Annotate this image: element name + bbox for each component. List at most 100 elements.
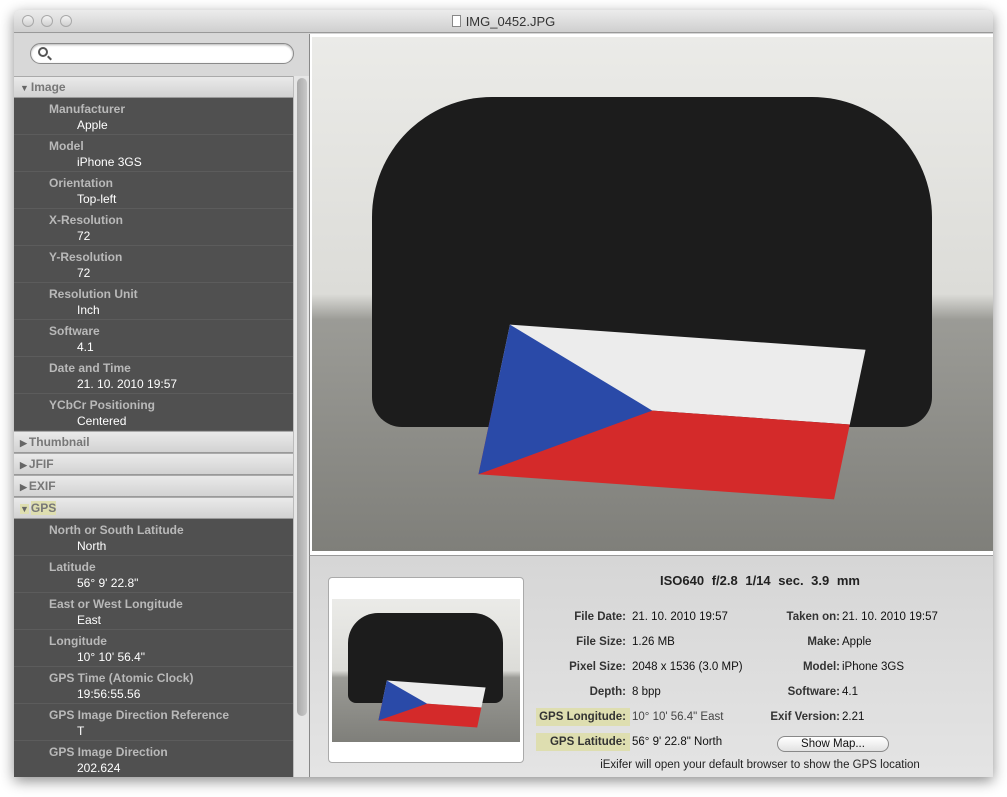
metadata-key: Model — [49, 139, 84, 153]
metadata-item[interactable]: GPS Time (Atomic Clock) 19:56:55.56 — [14, 667, 293, 704]
metadata-item[interactable]: YCbCr Positioning Centered — [14, 394, 293, 431]
field-label: Depth: — [589, 686, 626, 698]
metadata-key: Latitude — [49, 560, 96, 574]
metadata-item[interactable]: Longitude 10° 10' 56.4" — [14, 630, 293, 667]
metadata-item[interactable]: Latitude 56° 9' 22.8" — [14, 556, 293, 593]
exposure-headline: ISO640 f/2.8 1/14 sec. 3.9 mm — [660, 573, 860, 588]
metadata-item[interactable]: Software 4.1 — [14, 320, 293, 357]
section-label: EXIF — [28, 479, 56, 493]
metadata-value: iPhone 3GS — [77, 155, 142, 169]
field-label: GPS Latitude: — [536, 733, 630, 751]
disclosure-closed-icon[interactable]: ▶ — [20, 460, 27, 470]
photo-image — [312, 37, 993, 551]
metadata-key: Software — [49, 324, 100, 338]
section-label: Thumbnail — [28, 435, 90, 449]
field-value: 4.1 — [842, 686, 858, 698]
section-label: GPS — [30, 501, 57, 515]
metadata-key: GPS Image Direction Reference — [49, 708, 230, 722]
metadata-value: 19:56:55.56 — [77, 687, 141, 701]
section-header-gps[interactable]: ▼ GPS — [14, 497, 293, 519]
field-value: 21. 10. 2010 19:57 — [632, 611, 728, 623]
disclosure-closed-icon[interactable]: ▶ — [20, 438, 27, 448]
metadata-key: GPS Time (Atomic Clock) — [49, 671, 194, 685]
metadata-key: Date and Time — [49, 361, 131, 375]
metadata-value: 202.624 — [77, 761, 121, 775]
metadata-value: T — [77, 724, 85, 738]
metadata-list: ▼ Image Manufacturer Apple Model iPhone 3GS Or… — [14, 76, 293, 777]
metadata-key: GPS Image Direction — [49, 745, 168, 759]
metadata-item[interactable]: Orientation Top-left — [14, 172, 293, 209]
metadata-item[interactable]: GPS Image Direction 202.624 — [14, 741, 293, 777]
metadata-item[interactable]: X-Resolution 72 — [14, 209, 293, 246]
field-label: Taken on: — [786, 611, 840, 623]
search-input[interactable] — [30, 43, 294, 64]
metadata-value: Top-left — [77, 192, 117, 206]
metadata-key: Manufacturer — [49, 102, 126, 116]
section-label: JFIF — [28, 457, 54, 471]
search-icon — [38, 47, 48, 57]
map-note: iExifer will open your default browser t… — [600, 759, 920, 771]
metadata-item[interactable]: East or West Longitude East — [14, 593, 293, 630]
metadata-value: 72 — [77, 229, 91, 243]
scrollbar[interactable] — [293, 76, 309, 777]
field-label: Pixel Size: — [569, 661, 626, 673]
window-title: IMG_0452.JPG — [465, 14, 556, 29]
metadata-value: Centered — [77, 414, 127, 428]
thumbnail-image — [332, 599, 520, 742]
metadata-item[interactable]: Y-Resolution 72 — [14, 246, 293, 283]
disclosure-open-icon[interactable]: ▼ — [20, 83, 29, 93]
field-value: 56° 9' 22.8" North — [632, 736, 723, 748]
metadata-value: 10° 10' 56.4" — [77, 650, 146, 664]
metadata-key: Longitude — [49, 634, 107, 648]
section-header-exif[interactable]: ▶ EXIF — [14, 475, 293, 497]
field-label: Exif Version: — [770, 711, 840, 723]
section-header-image[interactable]: ▼ Image — [14, 76, 293, 98]
metadata-item[interactable]: Resolution Unit Inch — [14, 283, 293, 320]
field-value: 1.26 MB — [632, 636, 675, 648]
metadata-value: 72 — [77, 266, 91, 280]
metadata-value: 56° 9' 22.8" — [77, 576, 139, 590]
section-header-thumbnail[interactable]: ▶ Thumbnail — [14, 431, 293, 453]
metadata-value: East — [77, 613, 102, 627]
metadata-key: YCbCr Positioning — [49, 398, 155, 412]
field-value: 8 bpp — [632, 686, 661, 698]
disclosure-open-icon[interactable]: ▼ — [20, 504, 29, 514]
field-value: 2.21 — [842, 711, 865, 723]
info-panel: ISO640 f/2.8 1/14 sec. 3.9 mm File Date:… — [309, 555, 993, 777]
metadata-value: North — [77, 539, 107, 553]
field-label: Software: — [787, 686, 840, 698]
metadata-value: 21. 10. 2010 19:57 — [77, 377, 178, 391]
document-icon — [451, 15, 461, 27]
show-map-button[interactable]: Show Map... — [777, 736, 889, 752]
metadata-item[interactable]: Manufacturer Apple — [14, 98, 293, 135]
field-label: File Size: — [576, 636, 626, 648]
field-value: 2048 x 1536 (3.0 MP) — [632, 661, 743, 673]
metadata-key: X-Resolution — [49, 213, 123, 227]
section-label: Image — [30, 80, 66, 94]
field-value: 10° 10' 56.4" East — [632, 711, 724, 723]
metadata-key: Resolution Unit — [49, 287, 138, 301]
metadata-key: Y-Resolution — [49, 250, 123, 264]
title-bar: IMG_0452.JPG — [14, 10, 993, 33]
metadata-key: East or West Longitude — [49, 597, 183, 611]
metadata-item[interactable]: Model iPhone 3GS — [14, 135, 293, 172]
metadata-item[interactable]: GPS Image Direction Reference T — [14, 704, 293, 741]
sidebar: ▼ Image Manufacturer Apple Model iPhone 3GS Or… — [14, 34, 309, 777]
app-window: IMG_0452.JPG ▼ Image Manufacturer Apple Mode… — [14, 10, 993, 777]
field-label: GPS Longitude: — [536, 708, 630, 726]
metadata-item[interactable]: North or South Latitude North — [14, 519, 293, 556]
metadata-value: Apple — [77, 118, 108, 132]
disclosure-closed-icon[interactable]: ▶ — [20, 482, 27, 492]
field-label: Model: — [802, 661, 840, 673]
metadata-value: 4.1 — [77, 340, 94, 354]
section-header-jfif[interactable]: ▶ JFIF — [14, 453, 293, 475]
field-value: iPhone 3GS — [842, 661, 905, 673]
metadata-key: North or South Latitude — [49, 523, 184, 537]
metadata-item[interactable]: Date and Time 21. 10. 2010 19:57 — [14, 357, 293, 394]
field-label: Make: — [807, 636, 840, 648]
scrollbar-thumb[interactable] — [297, 78, 307, 716]
photo-view — [309, 34, 993, 555]
metadata-key: Orientation — [49, 176, 114, 190]
metadata-value: Inch — [77, 303, 100, 317]
field-value: Apple — [842, 636, 872, 648]
